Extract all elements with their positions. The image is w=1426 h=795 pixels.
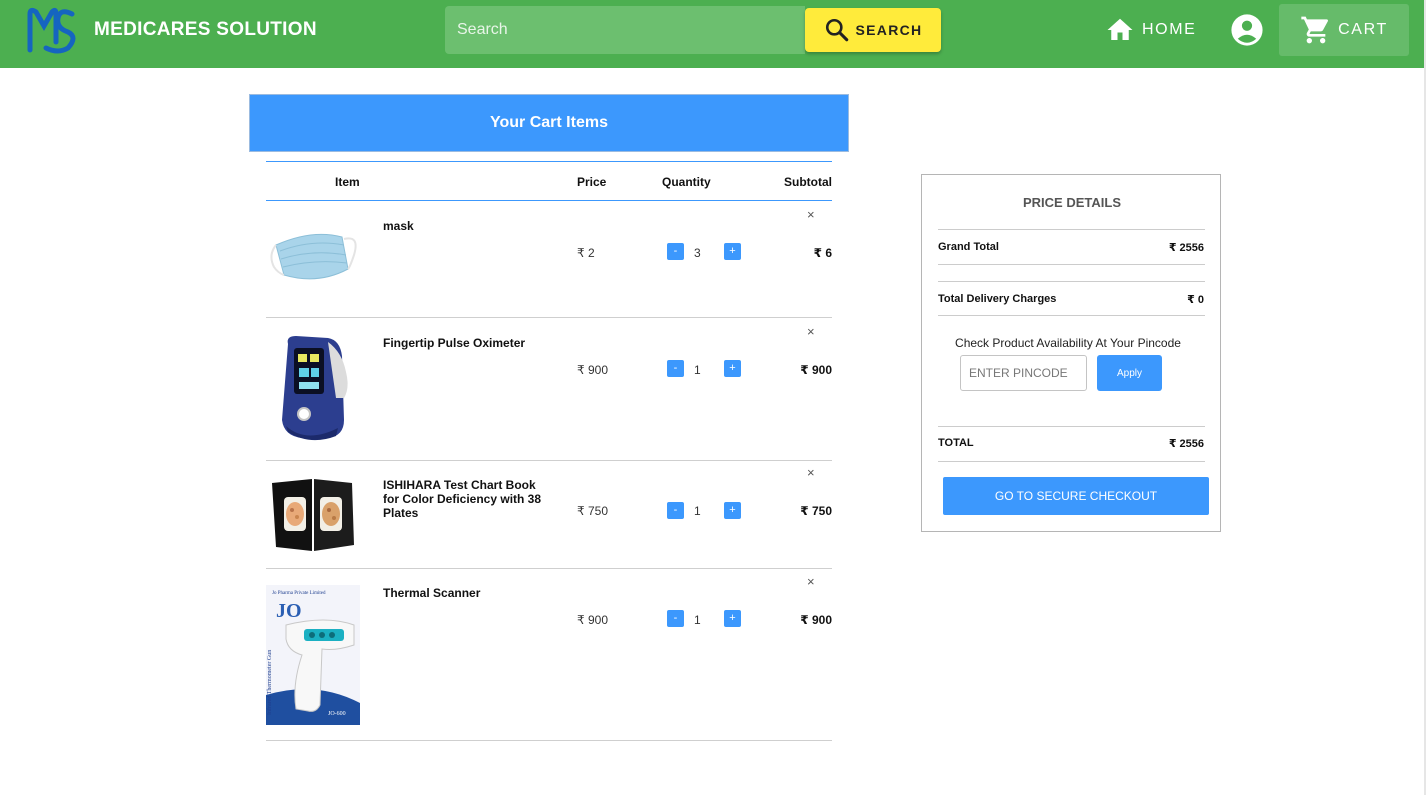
grand-total-value: ₹ 2556 bbox=[1168, 242, 1204, 254]
remove-item-button[interactable]: × bbox=[807, 465, 815, 480]
mask-product-image bbox=[270, 233, 357, 280]
divider bbox=[938, 264, 1205, 265]
divider bbox=[938, 461, 1205, 462]
scanner-side-text: Infrared Thermometer Gun bbox=[266, 650, 273, 715]
item-quantity: 1 bbox=[694, 613, 701, 627]
nav-home-link[interactable]: HOME bbox=[1104, 12, 1196, 48]
divider bbox=[938, 281, 1205, 282]
increase-quantity-button[interactable]: + bbox=[724, 502, 741, 519]
total-value: ₹ 2556 bbox=[1168, 438, 1204, 450]
scanner-model-text: JO-600 bbox=[328, 711, 346, 717]
item-quantity: 1 bbox=[694, 363, 701, 377]
price-details-title: PRICE DETAILS bbox=[1023, 195, 1121, 210]
item-price: ₹ 900 bbox=[577, 363, 608, 377]
column-header-price: Price bbox=[577, 175, 607, 189]
cart-items-heading: Your Cart Items bbox=[249, 94, 849, 152]
item-quantity: 3 bbox=[694, 246, 701, 260]
top-app-bar: MEDICARES SOLUTION SEARCH HOME CART bbox=[0, 0, 1426, 68]
decrease-quantity-button[interactable]: - bbox=[667, 360, 684, 377]
item-subtotal: ₹ 900 bbox=[800, 363, 832, 377]
item-quantity: 1 bbox=[694, 504, 701, 518]
search-button[interactable]: SEARCH bbox=[805, 8, 941, 52]
item-name[interactable]: Thermal Scanner bbox=[383, 586, 543, 600]
search-button-label: SEARCH bbox=[855, 22, 923, 38]
cart-row-ishihara-book: ISHIHARA Test Chart Book for Color Defic… bbox=[266, 461, 832, 569]
divider bbox=[938, 426, 1205, 427]
item-subtotal: ₹ 6 bbox=[813, 246, 832, 260]
decrease-quantity-button[interactable]: - bbox=[667, 502, 684, 519]
item-subtotal: ₹ 750 bbox=[800, 504, 832, 518]
medicares-logo[interactable] bbox=[24, 4, 78, 56]
item-name[interactable]: Fingertip Pulse Oximeter bbox=[383, 336, 543, 350]
account-circle-icon bbox=[1231, 14, 1263, 46]
column-header-quantity: Quantity bbox=[662, 175, 711, 189]
increase-quantity-button[interactable]: + bbox=[724, 610, 741, 627]
pincode-check-text: Check Product Availability At Your Pinco… bbox=[955, 336, 1181, 350]
item-subtotal: ₹ 900 bbox=[800, 613, 832, 627]
total-label: TOTAL bbox=[938, 437, 974, 449]
nav-cart-button[interactable]: CART bbox=[1279, 4, 1409, 56]
pincode-input[interactable] bbox=[960, 355, 1087, 391]
remove-item-button[interactable]: × bbox=[807, 324, 815, 339]
nav-home-label: HOME bbox=[1142, 21, 1197, 38]
increase-quantity-button[interactable]: + bbox=[724, 360, 741, 377]
grand-total-label: Grand Total bbox=[938, 241, 999, 253]
home-icon bbox=[1107, 18, 1133, 40]
decrease-quantity-button[interactable]: - bbox=[667, 610, 684, 627]
cart-icon bbox=[1301, 16, 1329, 44]
brand-name[interactable]: MEDICARES SOLUTION bbox=[94, 19, 317, 41]
divider bbox=[938, 229, 1205, 230]
apply-pincode-button[interactable]: Apply bbox=[1097, 355, 1162, 391]
item-name[interactable]: ISHIHARA Test Chart Book for Color Defic… bbox=[383, 478, 543, 520]
price-details-panel: PRICE DETAILS Grand Total ₹ 2556 Total D… bbox=[921, 174, 1221, 532]
search-input[interactable] bbox=[445, 6, 805, 54]
delivery-charges-label: Total Delivery Charges bbox=[938, 293, 1057, 305]
cart-row-thermal-scanner: Jo Pharma Private Limited JO Infrared Th… bbox=[266, 569, 832, 741]
oximeter-product-image bbox=[282, 336, 348, 441]
item-name[interactable]: mask bbox=[383, 219, 543, 233]
column-header-item: Item bbox=[335, 175, 360, 189]
scanner-brand-text: Jo Pharma Private Limited bbox=[272, 591, 326, 596]
thermal-scanner-product-image: Jo Pharma Private Limited JO Infrared Th… bbox=[266, 585, 360, 725]
secure-checkout-button[interactable]: GO TO SECURE CHECKOUT bbox=[943, 477, 1209, 515]
increase-quantity-button[interactable]: + bbox=[724, 243, 741, 260]
ishihara-book-product-image bbox=[272, 479, 354, 551]
column-header-subtotal: Subtotal bbox=[784, 175, 832, 189]
remove-item-button[interactable]: × bbox=[807, 574, 815, 589]
search-icon bbox=[825, 18, 848, 42]
cart-items-title: Your Cart Items bbox=[490, 114, 608, 131]
item-price: ₹ 900 bbox=[577, 613, 608, 627]
decrease-quantity-button[interactable]: - bbox=[667, 243, 684, 260]
nav-cart-label: CART bbox=[1338, 21, 1388, 38]
delivery-charges-value: ₹ 0 bbox=[1187, 294, 1204, 306]
scanner-logo-text: JO bbox=[276, 600, 302, 622]
cart-table-header: Item Price Quantity Subtotal bbox=[266, 161, 832, 201]
divider bbox=[938, 315, 1205, 316]
remove-item-button[interactable]: × bbox=[807, 207, 815, 222]
cart-row-oximeter: Fingertip Pulse Oximeter ₹ 900 - 1 + ₹ 9… bbox=[266, 318, 832, 461]
item-price: ₹ 2 bbox=[577, 246, 595, 260]
cart-row-mask: mask ₹ 2 - 3 + ₹ 6 × bbox=[266, 201, 832, 318]
account-button[interactable] bbox=[1229, 12, 1265, 48]
item-price: ₹ 750 bbox=[577, 504, 608, 518]
